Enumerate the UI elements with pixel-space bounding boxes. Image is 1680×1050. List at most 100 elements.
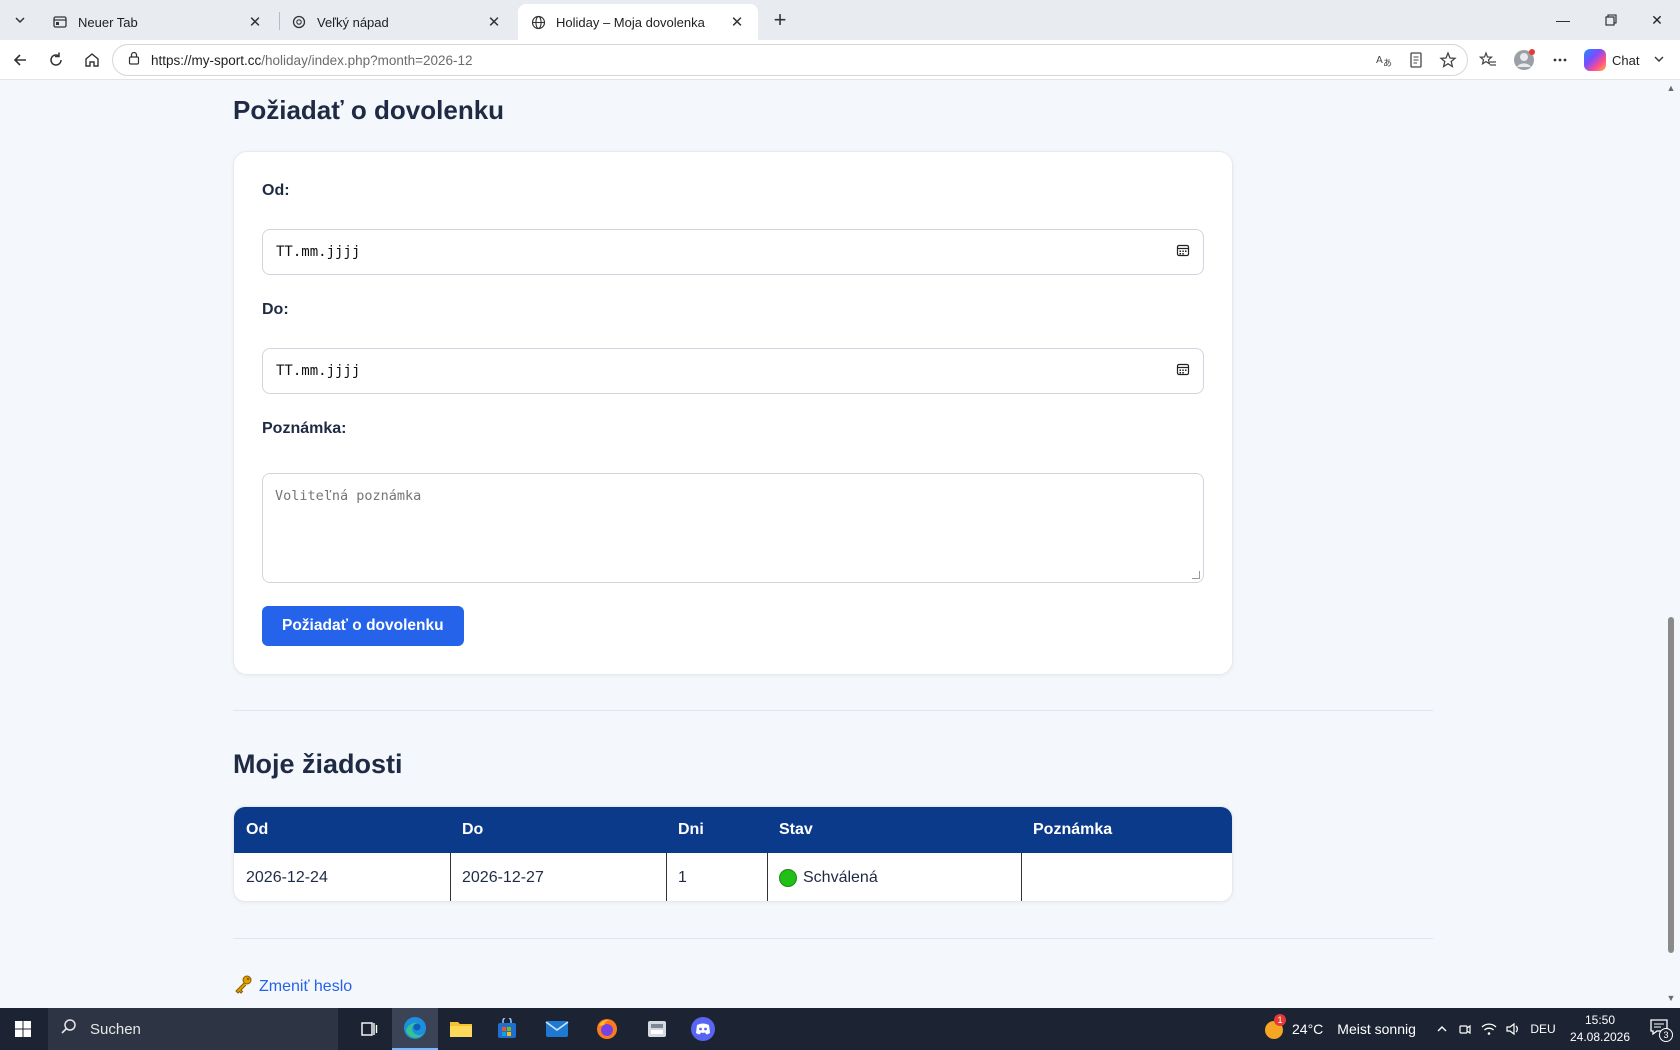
- lock-icon[interactable]: [127, 51, 141, 70]
- status-green-dot-icon: [779, 869, 797, 887]
- to-date-input[interactable]: TT.mm.jjjj: [262, 348, 1204, 394]
- copilot-icon: [1584, 49, 1606, 71]
- table-header: Od Do Dni Stav Poznámka: [234, 807, 1232, 853]
- status-text: Schválená: [803, 869, 878, 886]
- profile-avatar-icon[interactable]: [1510, 46, 1538, 74]
- close-icon[interactable]: ✕: [728, 13, 746, 31]
- to-date-value: TT.mm.jjjj: [276, 363, 361, 379]
- meet-now-icon[interactable]: [1454, 1008, 1476, 1050]
- copilot-chat-button[interactable]: Chat: [1584, 46, 1665, 74]
- home-icon[interactable]: [78, 46, 106, 74]
- change-password-label: Zmeniť heslo: [259, 977, 353, 995]
- back-arrow-icon[interactable]: [6, 46, 34, 74]
- volume-icon[interactable]: [1502, 1008, 1524, 1050]
- printer-app-icon[interactable]: [634, 1008, 680, 1050]
- column-divider: [1021, 853, 1022, 901]
- task-view-icon[interactable]: [346, 1008, 392, 1050]
- cell-from: 2026-12-24: [246, 869, 328, 886]
- from-label: Od:: [262, 182, 290, 199]
- tab-title: Holiday – Moja dovolenka: [556, 14, 705, 30]
- column-divider: [666, 853, 667, 901]
- taskbar-search-box[interactable]: Suchen: [48, 1008, 338, 1050]
- system-clock[interactable]: 15:50 24.08.2026: [1560, 1012, 1640, 1046]
- discord-icon[interactable]: [680, 1008, 726, 1050]
- section-divider: [233, 938, 1433, 939]
- column-header-status: Stav: [779, 821, 813, 838]
- weather-widget[interactable]: 1 24°C Meist sonnig: [1262, 1008, 1416, 1050]
- microsoft-store-icon[interactable]: [484, 1008, 530, 1050]
- minimize-icon[interactable]: —: [1540, 0, 1586, 40]
- edge-browser-icon[interactable]: [392, 1008, 438, 1050]
- key-icon: [233, 974, 253, 999]
- more-options-icon[interactable]: [1546, 46, 1574, 74]
- scroll-down-icon[interactable]: ▼: [1666, 993, 1676, 1003]
- favorites-icon[interactable]: [1474, 46, 1502, 74]
- calendar-icon[interactable]: [1176, 362, 1190, 381]
- note-textarea[interactable]: Voliteľná poznámka: [262, 473, 1204, 583]
- notification-count-badge: 3: [1659, 1028, 1673, 1042]
- mail-icon[interactable]: [534, 1008, 580, 1050]
- file-explorer-icon[interactable]: [438, 1008, 484, 1050]
- translate-icon[interactable]: Aあ: [1375, 51, 1393, 74]
- tab-strip: Neuer Tab ✕ Veľký nápad ✕ Holiday – Moja…: [0, 0, 1680, 40]
- column-divider: [450, 853, 451, 901]
- cell-note: [1021, 853, 1232, 901]
- scroll-up-icon[interactable]: ▲: [1666, 83, 1676, 93]
- weather-sun-icon: 1: [1262, 1014, 1286, 1041]
- request-form-heading: Požiadať o dovolenku: [233, 95, 505, 125]
- weather-alert-badge: 1: [1274, 1014, 1286, 1026]
- chevron-down-icon: [1653, 53, 1665, 68]
- cell-days: 1: [678, 869, 687, 886]
- chat-label: Chat: [1612, 52, 1640, 68]
- notification-center-icon[interactable]: 3: [1640, 1008, 1680, 1050]
- favorite-star-icon[interactable]: [1439, 51, 1457, 74]
- windows-start-icon[interactable]: [0, 1008, 46, 1050]
- svg-text:あ: あ: [1383, 58, 1392, 69]
- svg-text:A: A: [1376, 55, 1383, 66]
- page-scrollbar[interactable]: ▲ ▼: [1662, 81, 1680, 1007]
- new-tab-page-icon: [52, 14, 68, 30]
- from-date-input[interactable]: TT.mm.jjjj: [262, 229, 1204, 275]
- restore-icon[interactable]: [1588, 0, 1634, 40]
- firefox-icon[interactable]: [584, 1008, 630, 1050]
- input-language[interactable]: DEU: [1528, 1008, 1558, 1050]
- tab-actions-chevron-icon[interactable]: [6, 6, 34, 34]
- column-header-note: Poznámka: [1033, 821, 1113, 838]
- reader-mode-icon[interactable]: [1407, 51, 1425, 74]
- resize-handle-icon[interactable]: [1192, 571, 1200, 579]
- url-host: https://my-sport.cc: [151, 52, 262, 68]
- column-header-days: Dni: [678, 821, 704, 838]
- tab-velky-napad[interactable]: Veľký nápad ✕: [279, 4, 515, 40]
- tray-chevron-up-icon[interactable]: [1432, 1008, 1452, 1050]
- table-row: 2026-12-24 2026-12-27 1 Schválená: [234, 853, 1232, 901]
- page-content: Požiadať o dovolenku Od: TT.mm.jjjj Do: …: [0, 81, 1662, 1007]
- window-close-icon[interactable]: ✕: [1634, 0, 1680, 40]
- new-tab-plus-icon[interactable]: +: [766, 6, 794, 34]
- note-label: Poznámka:: [262, 420, 347, 437]
- url-text: https://my-sport.cc/holiday/index.php?mo…: [151, 53, 473, 68]
- column-header-to: Do: [462, 821, 484, 838]
- cell-status: Schválená: [767, 853, 1021, 901]
- cell-to: 2026-12-27: [462, 869, 544, 886]
- calendar-icon[interactable]: [1176, 243, 1190, 262]
- from-date-value: TT.mm.jjjj: [276, 244, 361, 260]
- change-password-link[interactable]: Zmeniť heslo: [233, 974, 352, 999]
- submit-request-button[interactable]: Požiadať o dovolenku: [262, 606, 464, 646]
- address-bar[interactable]: https://my-sport.cc/holiday/index.php?mo…: [112, 44, 1468, 76]
- windows-taskbar: Suchen 1 24°C Meist sonnig DEU 15:50 24.…: [0, 1008, 1680, 1050]
- column-header-from: Od: [246, 821, 269, 838]
- section-divider: [233, 710, 1433, 711]
- tab-neuer-tab[interactable]: Neuer Tab ✕: [40, 4, 276, 40]
- column-divider: [767, 853, 768, 901]
- close-icon[interactable]: ✕: [246, 13, 264, 31]
- tab-title: Veľký nápad: [317, 14, 389, 30]
- reload-icon[interactable]: [42, 46, 70, 74]
- search-label: Suchen: [90, 1020, 141, 1038]
- tab-holiday[interactable]: Holiday – Moja dovolenka ✕: [518, 4, 758, 40]
- scrollbar-thumb[interactable]: [1668, 617, 1674, 953]
- wifi-icon[interactable]: [1478, 1008, 1500, 1050]
- close-icon[interactable]: ✕: [485, 13, 503, 31]
- openai-icon: [291, 14, 307, 30]
- url-path: /holiday/index.php?month=2026-12: [261, 52, 473, 68]
- clock-time: 15:50: [1584, 1013, 1616, 1027]
